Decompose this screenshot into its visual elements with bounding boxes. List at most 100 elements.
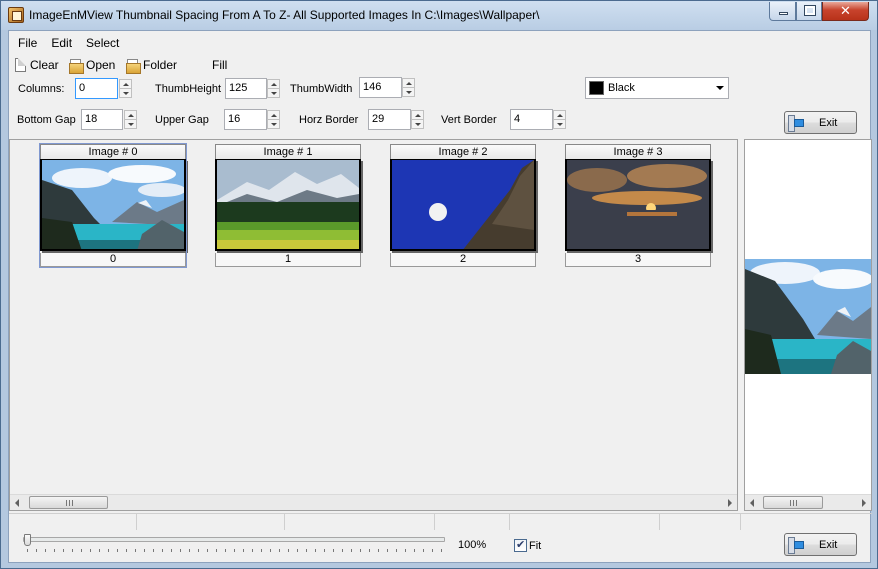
thumbwidth-input[interactable]: 146 — [359, 77, 402, 98]
thumbheight-spinner[interactable] — [267, 79, 280, 98]
upper-gap-input[interactable]: 16 — [224, 109, 267, 130]
fit-checkbox[interactable]: ✔ — [514, 539, 527, 552]
thumbnail-caption: 0 — [40, 253, 186, 267]
maximize-button[interactable] — [796, 2, 822, 21]
exit-button-top[interactable]: Exit — [784, 111, 857, 134]
thumbnail-view[interactable]: Image # 0 0 Image # 1 1 Image # 2 2 Imag… — [9, 139, 738, 511]
exit-label-top: Exit — [819, 117, 838, 129]
upper-gap-label: Upper Gap — [155, 114, 209, 126]
status-panel — [510, 514, 660, 530]
status-panel — [9, 514, 137, 530]
status-bar — [9, 513, 872, 530]
spin-down-icon[interactable] — [412, 120, 423, 129]
thumbnail-item[interactable]: Image # 0 0 — [39, 143, 187, 269]
status-panel — [435, 514, 510, 530]
clear-label: Clear — [30, 58, 59, 72]
zoom-slider[interactable] — [23, 534, 448, 554]
thumbnail-title: Image # 0 — [40, 144, 186, 159]
thumbnail-item[interactable]: Image # 2 2 — [390, 144, 536, 269]
spin-up-icon[interactable] — [125, 111, 136, 120]
folder-button[interactable]: Folder — [126, 56, 177, 74]
clear-button[interactable]: Clear — [15, 56, 59, 74]
vert-border-spinner[interactable] — [553, 110, 566, 129]
bottom-gap-label: Bottom Gap — [17, 114, 76, 126]
menu-bar: File Edit Select — [9, 34, 124, 52]
thumbnail-image — [390, 159, 536, 251]
thumbnail-caption: 1 — [215, 253, 361, 267]
preview-pane[interactable] — [744, 139, 872, 511]
status-panel — [137, 514, 285, 530]
columns-label: Columns: — [18, 83, 65, 95]
new-document-icon — [15, 58, 26, 72]
exit-button-bottom[interactable]: Exit — [784, 533, 857, 556]
fill-button[interactable]: Fill — [212, 56, 227, 74]
vert-border-input[interactable]: 4 — [510, 109, 553, 130]
folder-label: Folder — [143, 58, 178, 72]
open-label: Open — [86, 58, 116, 72]
exit-label-bottom: Exit — [819, 539, 838, 551]
thumbnail-title: Image # 1 — [215, 144, 361, 159]
thumbwidth-label: ThumbWidth — [290, 83, 353, 95]
thumbheight-label: ThumbHeight — [155, 83, 222, 95]
open-button[interactable]: Open — [69, 56, 115, 74]
vert-border-label: Vert Border — [441, 114, 497, 126]
menu-file[interactable]: File — [9, 34, 42, 52]
slider-track — [23, 537, 445, 542]
close-button[interactable]: ✕ — [822, 2, 869, 21]
chevron-down-icon — [716, 86, 724, 90]
color-swatch — [589, 81, 604, 95]
preview-hscrollbar[interactable] — [745, 494, 871, 510]
horz-border-value: 29 — [372, 113, 385, 125]
folder-icon — [126, 58, 141, 74]
thumbnail-hscrollbar[interactable] — [10, 494, 737, 510]
spin-down-icon[interactable] — [125, 120, 136, 129]
slider-knob[interactable] — [24, 534, 31, 546]
bottom-gap-input[interactable]: 18 — [81, 109, 123, 130]
zoom-value: 100% — [458, 539, 487, 551]
maximize-icon — [804, 5, 816, 16]
bottom-gap-spinner[interactable] — [124, 110, 137, 129]
main-window: ImageEnMView Thumbnail Spacing From A To… — [0, 0, 878, 569]
spin-down-icon[interactable] — [120, 89, 131, 98]
spin-up-icon[interactable] — [268, 80, 279, 89]
fill-label: Fill — [212, 58, 228, 72]
background-color-select[interactable]: Black — [585, 77, 729, 99]
scroll-left-icon[interactable] — [15, 499, 19, 507]
spin-up-icon[interactable] — [120, 80, 131, 89]
scroll-right-icon[interactable] — [728, 499, 732, 507]
scrollbar-thumb[interactable] — [29, 496, 108, 509]
spin-down-icon[interactable] — [554, 120, 565, 129]
spin-down-icon[interactable] — [403, 88, 414, 97]
horz-border-label: Horz Border — [299, 114, 359, 126]
menu-select[interactable]: Select — [77, 34, 124, 52]
thumbnail-image — [40, 159, 186, 251]
spin-down-icon[interactable] — [268, 120, 279, 129]
scroll-right-icon[interactable] — [862, 499, 866, 507]
thumbwidth-spinner[interactable] — [402, 78, 415, 97]
upper-gap-spinner[interactable] — [267, 110, 280, 129]
slider-ticks — [27, 549, 442, 552]
horz-border-spinner[interactable] — [411, 110, 424, 129]
columns-value: 0 — [79, 82, 86, 94]
spin-up-icon[interactable] — [412, 111, 423, 120]
columns-spinner[interactable] — [119, 79, 132, 98]
thumbheight-value: 125 — [229, 82, 248, 94]
menu-edit[interactable]: Edit — [42, 34, 77, 52]
scroll-left-icon[interactable] — [750, 499, 754, 507]
scrollbar-thumb[interactable] — [763, 496, 823, 509]
thumbnail-title: Image # 3 — [565, 144, 711, 159]
thumbnail-item[interactable]: Image # 1 1 — [215, 144, 361, 269]
spin-up-icon[interactable] — [554, 111, 565, 120]
minimize-icon — [779, 12, 788, 15]
grip-icon — [65, 500, 73, 506]
thumbheight-input[interactable]: 125 — [225, 78, 267, 99]
grip-icon — [790, 500, 797, 506]
spin-up-icon[interactable] — [403, 79, 414, 88]
columns-input[interactable]: 0 — [75, 78, 118, 99]
minimize-button[interactable] — [769, 2, 796, 21]
spin-down-icon[interactable] — [268, 89, 279, 98]
thumbnail-item[interactable]: Image # 3 3 — [565, 144, 711, 269]
spin-up-icon[interactable] — [268, 111, 279, 120]
thumbnail-title: Image # 2 — [390, 144, 536, 159]
horz-border-input[interactable]: 29 — [368, 109, 411, 130]
